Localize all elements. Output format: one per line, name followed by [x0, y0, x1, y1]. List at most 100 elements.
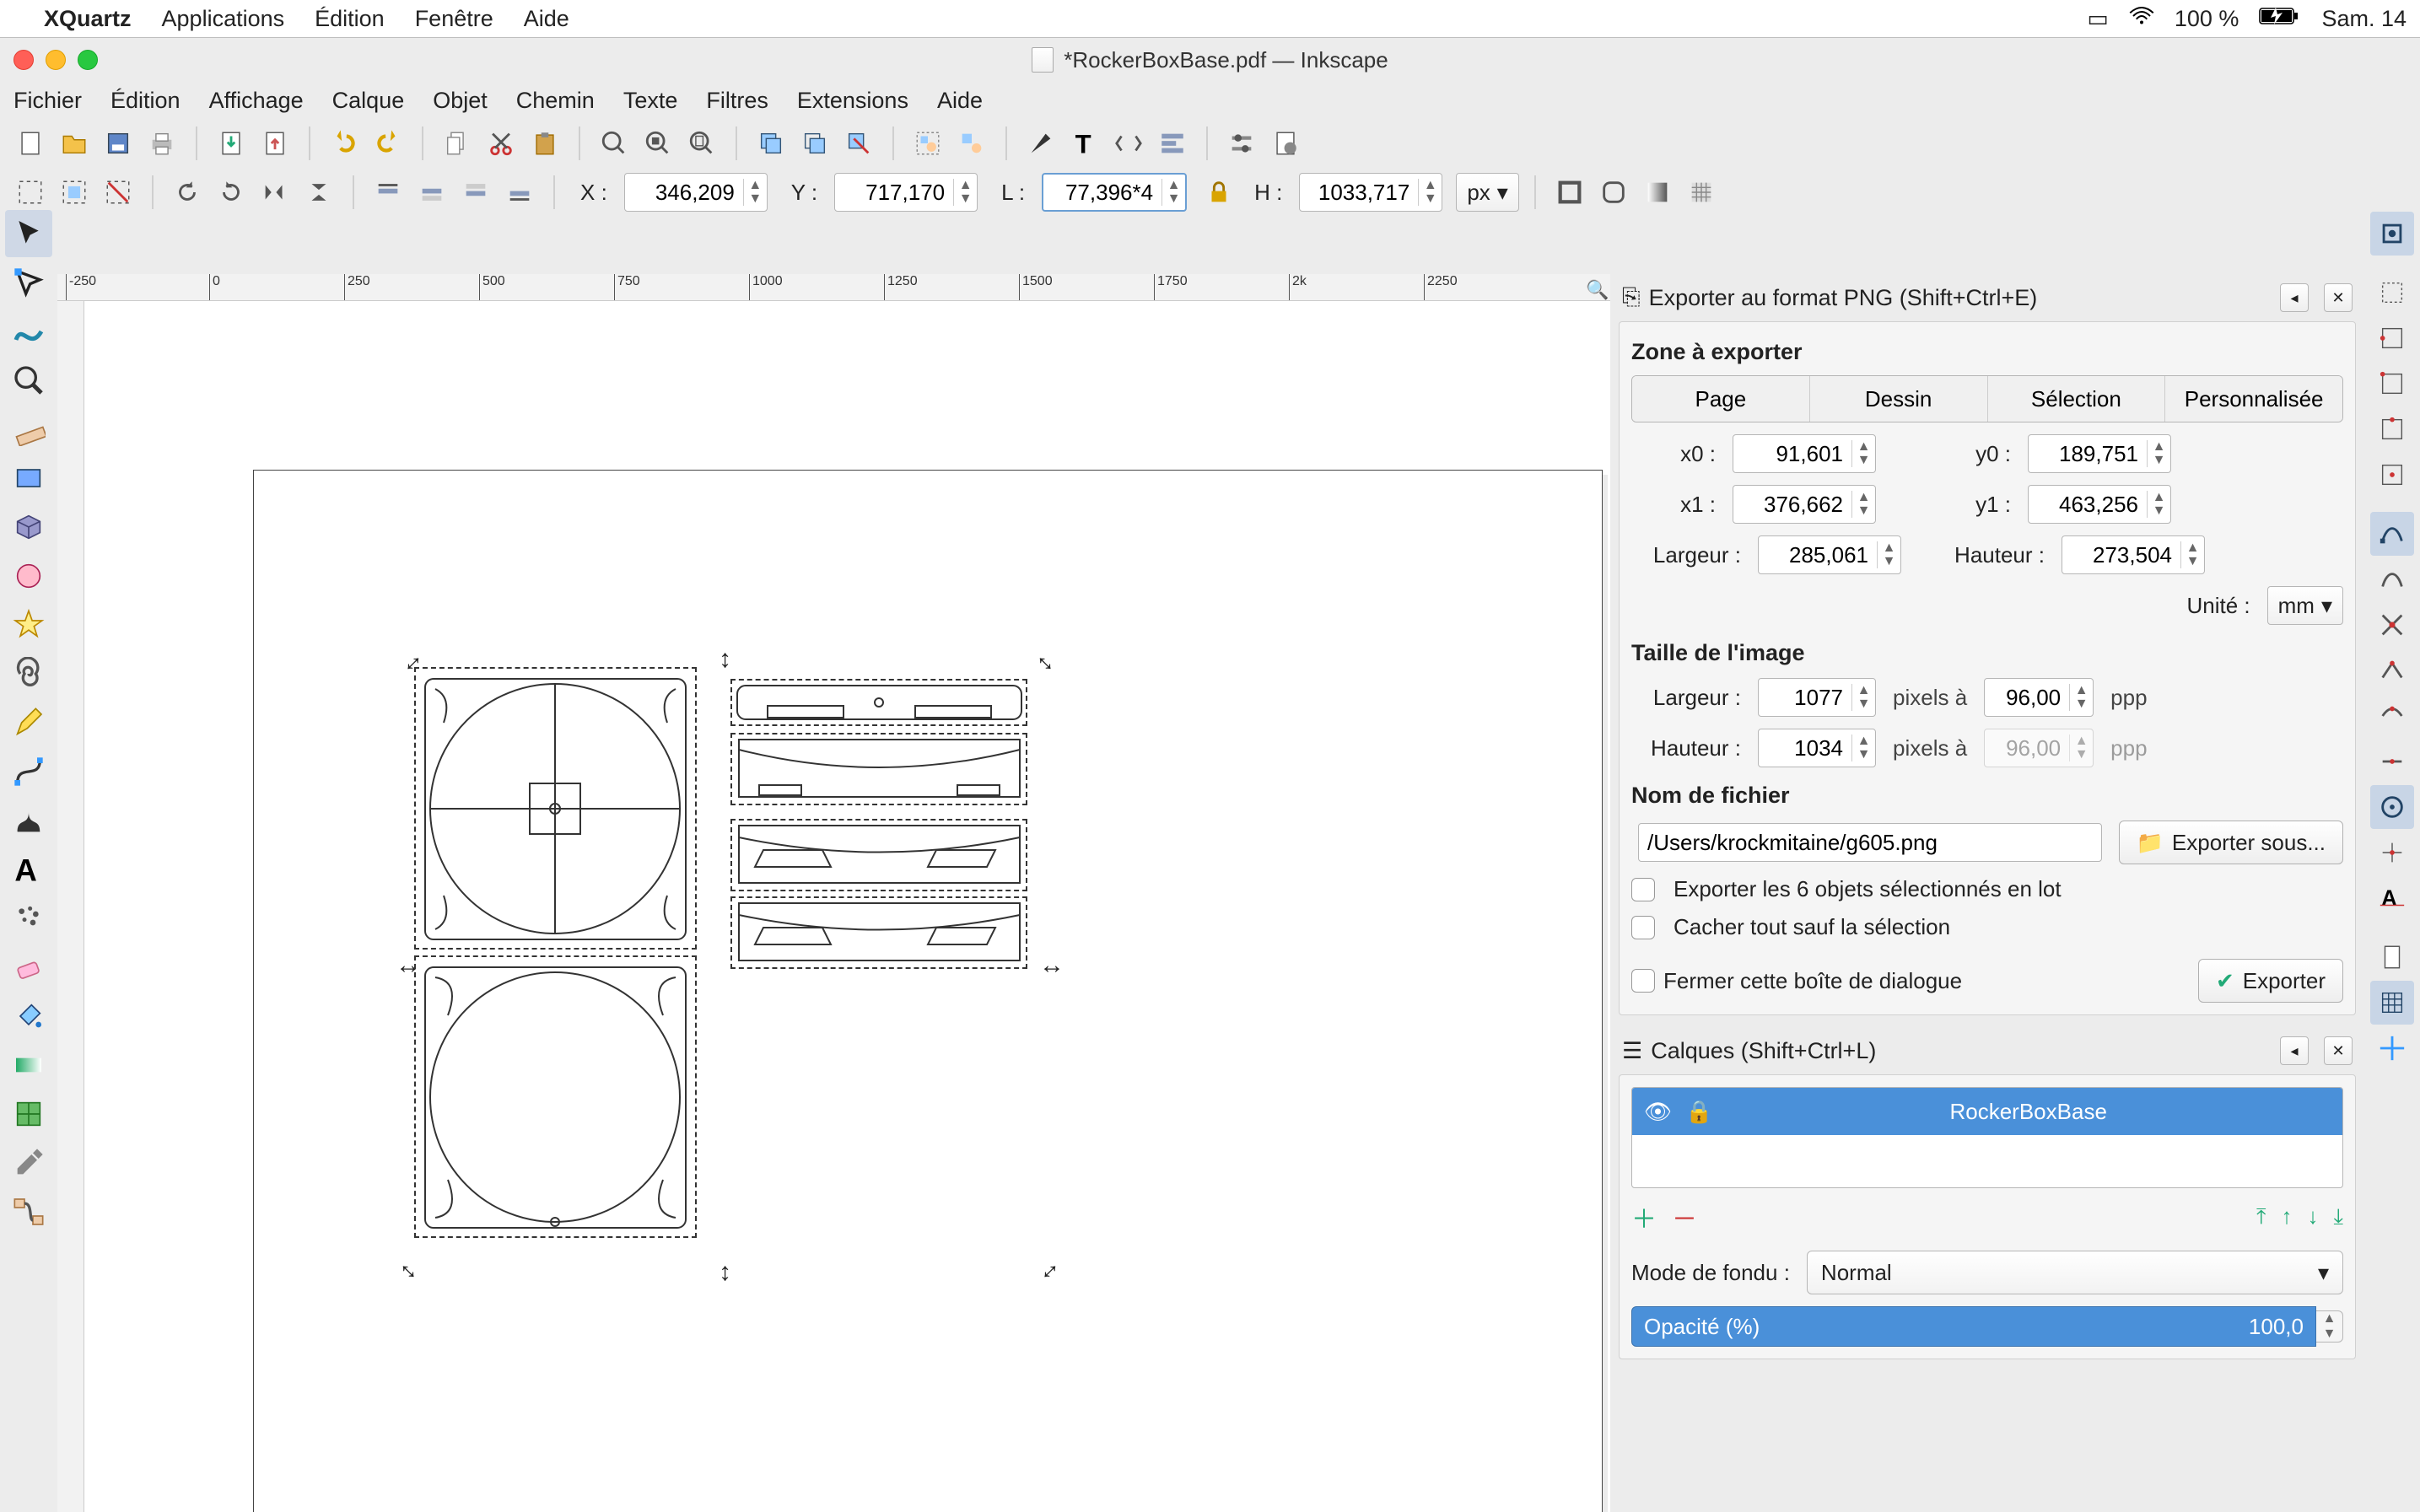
selector-tool[interactable]	[5, 210, 52, 257]
snap-node-button[interactable]	[2370, 512, 2414, 556]
import-button[interactable]	[213, 125, 250, 162]
image-height-input[interactable]: ▲▼	[1758, 729, 1876, 767]
flip-horizontal-button[interactable]	[256, 174, 294, 211]
snap-path-button[interactable]	[2370, 557, 2414, 601]
menu-chemin[interactable]: Chemin	[516, 88, 595, 114]
snap-bbox-corner-button[interactable]	[2370, 362, 2414, 406]
opacity-spinner[interactable]: ▲▼	[2316, 1310, 2343, 1343]
drawing-side-d[interactable]	[734, 898, 1025, 967]
redo-button[interactable]	[369, 125, 407, 162]
panel-close-button[interactable]: ✕	[2324, 283, 2353, 312]
deselect-button[interactable]	[100, 174, 137, 211]
mac-menu-fenetre[interactable]: Fenêtre	[415, 6, 493, 32]
rotate-ccw-button[interactable]	[169, 174, 206, 211]
undo-button[interactable]	[326, 125, 363, 162]
snap-cusp-button[interactable]	[2370, 648, 2414, 692]
layer-top-button[interactable]: ⤒	[2256, 1203, 2266, 1230]
lock-aspect-button[interactable]	[1200, 174, 1237, 211]
x0-input[interactable]: ▲▼	[1733, 434, 1876, 473]
snap-bbox-button[interactable]	[2370, 271, 2414, 315]
menu-texte[interactable]: Texte	[623, 88, 678, 114]
snap-line-midpoint-button[interactable]	[2370, 740, 2414, 783]
height-export-input[interactable]: ▲▼	[2062, 535, 2205, 574]
x-input[interactable]: ▲▼	[624, 173, 768, 212]
dropper-tool[interactable]	[5, 1139, 52, 1186]
blend-mode-selector[interactable]: Normal▾	[1807, 1251, 2343, 1294]
eye-icon[interactable]: 👁	[1644, 1099, 1672, 1125]
menu-objet[interactable]: Objet	[433, 88, 488, 114]
zoom-fit-selection-button[interactable]	[596, 125, 633, 162]
control-strip-icon[interactable]: ▭	[2087, 6, 2109, 32]
open-button[interactable]	[56, 125, 93, 162]
mesh-tool[interactable]	[5, 1090, 52, 1138]
snap-smooth-button[interactable]	[2370, 694, 2414, 738]
raise-button[interactable]	[413, 174, 450, 211]
save-button[interactable]	[100, 125, 137, 162]
eraser-tool[interactable]	[5, 944, 52, 991]
add-layer-button[interactable]: ＋	[1631, 1198, 1657, 1235]
mac-menu-applications[interactable]: Applications	[162, 6, 285, 32]
snap-bbox-midpoint-button[interactable]	[2370, 407, 2414, 451]
raise-top-button[interactable]	[369, 174, 407, 211]
y-input[interactable]: ▲▼	[834, 173, 978, 212]
snap-bbox-center-button[interactable]	[2370, 453, 2414, 497]
drawing-side-b[interactable]	[734, 734, 1025, 804]
connector-tool[interactable]	[5, 1188, 52, 1235]
tweak-tool[interactable]	[5, 308, 52, 355]
drawing-side-c[interactable]	[734, 821, 1025, 890]
drawing-circle-open[interactable]	[418, 960, 693, 1235]
clock[interactable]: Sam. 14	[2321, 6, 2407, 32]
menu-extensions[interactable]: Extensions	[797, 88, 908, 114]
zoom-window-button[interactable]	[78, 50, 98, 70]
hide-checkbox[interactable]	[1631, 916, 1655, 939]
layer-bottom-button[interactable]: ⤓	[2334, 1203, 2344, 1230]
canvas[interactable]: ↔ ↕ ↔ ↔ ↔ ↔ ↕ ↔	[84, 301, 1610, 1512]
drawing-circle-cross[interactable]	[418, 672, 693, 946]
lock-icon[interactable]: 🔒	[1685, 1099, 1712, 1125]
remove-layer-button[interactable]: －	[1672, 1198, 1697, 1235]
transform-stroke-button[interactable]	[1551, 174, 1588, 211]
lower-bottom-button[interactable]	[501, 174, 538, 211]
flip-vertical-button[interactable]	[300, 174, 337, 211]
rect-tool[interactable]	[5, 455, 52, 502]
tab-custom[interactable]: Personnalisée	[2165, 376, 2342, 422]
close-window-button[interactable]	[13, 50, 34, 70]
snap-text-baseline-button[interactable]: A	[2370, 876, 2414, 920]
snap-rotation-center-button[interactable]	[2370, 831, 2414, 874]
snap-object-center-button[interactable]	[2370, 785, 2414, 829]
3dbox-tool[interactable]	[5, 503, 52, 551]
group-button[interactable]	[909, 125, 946, 162]
ungroup-button[interactable]	[953, 125, 990, 162]
menu-calque[interactable]: Calque	[332, 88, 405, 114]
menu-filtres[interactable]: Filtres	[706, 88, 768, 114]
mac-app-name[interactable]: XQuartz	[44, 6, 132, 32]
snap-bbox-edge-button[interactable]	[2370, 316, 2414, 360]
cut-button[interactable]	[482, 125, 520, 162]
wifi-icon[interactable]	[2129, 6, 2154, 32]
ruler-horizontal[interactable]: -250 0 250 500 750 1000 1250 1500 1750 2…	[57, 274, 1610, 301]
spiral-tool[interactable]	[5, 650, 52, 697]
snap-page-border-button[interactable]	[2370, 935, 2414, 979]
layer-name[interactable]: RockerBoxBase	[1726, 1099, 2331, 1125]
height-input[interactable]: ▲▼	[1299, 173, 1442, 212]
layer-row[interactable]: 👁 🔒 RockerBoxBase	[1632, 1088, 2342, 1135]
clone-button[interactable]	[796, 125, 833, 162]
fill-stroke-dialog-button[interactable]	[1022, 125, 1059, 162]
tab-page[interactable]: Page	[1632, 376, 1810, 422]
menu-affichage[interactable]: Affichage	[209, 88, 304, 114]
paint-bucket-tool[interactable]	[5, 993, 52, 1040]
duplicate-button[interactable]	[752, 125, 790, 162]
transform-gradient-button[interactable]	[1639, 174, 1676, 211]
unit-selector[interactable]: px▾	[1456, 173, 1519, 212]
image-width-input[interactable]: ▲▼	[1758, 678, 1876, 717]
bezier-tool[interactable]	[5, 748, 52, 795]
layer-down-button[interactable]: ↓	[2308, 1203, 2319, 1230]
ruler-vertical[interactable]	[57, 301, 84, 1512]
tab-drawing[interactable]: Dessin	[1810, 376, 1988, 422]
export-button[interactable]	[256, 125, 294, 162]
spray-tool[interactable]	[5, 895, 52, 942]
y1-input[interactable]: ▲▼	[2028, 485, 2171, 524]
scale-handle-s[interactable]: ↕	[719, 1258, 731, 1287]
tab-selection[interactable]: Sélection	[1988, 376, 2166, 422]
snap-enable-button[interactable]	[2370, 212, 2414, 256]
